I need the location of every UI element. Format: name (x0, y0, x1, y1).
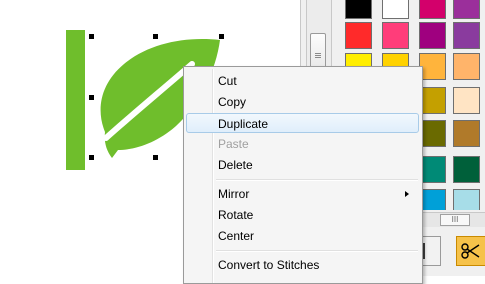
stitch-scissors-tool-button[interactable] (456, 236, 485, 266)
menu-item-label: Cut (218, 74, 237, 88)
horizontal-scrollbar-thumb[interactable]: III (440, 214, 470, 226)
menu-item-paste[interactable]: Paste (186, 134, 419, 154)
color-swatch[interactable] (419, 53, 446, 80)
color-swatch[interactable] (419, 120, 446, 147)
menu-item-label: Rotate (218, 208, 254, 222)
color-swatch[interactable] (453, 22, 480, 49)
color-swatch[interactable] (345, 22, 372, 49)
color-swatch[interactable] (453, 0, 480, 19)
scroll-grip-icon (315, 55, 321, 56)
color-swatch[interactable] (419, 156, 446, 183)
menu-item-rotate[interactable]: Rotate (186, 205, 419, 225)
menu-item-cut[interactable]: Cut (186, 71, 419, 91)
menu-item-convert-to-stitches[interactable]: Convert to Stitches (186, 255, 419, 275)
color-swatch[interactable] (382, 22, 409, 49)
selection-handle[interactable] (153, 155, 158, 160)
menu-separator (216, 179, 418, 181)
context-menu: Cut Copy Duplicate Paste Delete Mirror R… (183, 66, 423, 284)
color-swatch[interactable] (382, 0, 409, 19)
selection-handle[interactable] (89, 95, 94, 100)
submenu-arrow-icon (405, 191, 409, 197)
scroll-grip-icon (315, 53, 321, 54)
menu-item-label: Center (218, 229, 255, 243)
menu-item-label: Mirror (218, 187, 250, 201)
menu-item-label: Convert to Stitches (218, 258, 320, 272)
color-swatch[interactable] (453, 156, 480, 183)
leaf-stem (66, 30, 85, 170)
selection-handle[interactable] (219, 34, 224, 39)
color-swatch[interactable] (419, 0, 446, 19)
menu-item-duplicate[interactable]: Duplicate (186, 113, 419, 133)
color-swatch[interactable] (419, 189, 446, 210)
scroll-grip-icon (315, 57, 321, 58)
selection-handle[interactable] (153, 34, 158, 39)
menu-item-copy[interactable]: Copy (186, 92, 419, 112)
color-swatch[interactable] (345, 0, 372, 19)
menu-item-mirror[interactable]: Mirror (186, 184, 419, 204)
menu-item-label: Paste (218, 137, 249, 151)
menu-separator (216, 250, 418, 252)
menu-item-label: Copy (218, 95, 247, 109)
menu-item-center[interactable]: Center (186, 226, 419, 246)
color-swatch[interactable] (453, 120, 480, 147)
selection-handle[interactable] (89, 34, 94, 39)
menu-item-delete[interactable]: Delete (186, 155, 419, 175)
stitch-scissors-icon (461, 243, 480, 259)
selection-handle[interactable] (89, 155, 94, 160)
menu-item-label: Duplicate (218, 117, 269, 131)
color-swatch[interactable] (453, 189, 480, 210)
color-swatch[interactable] (453, 53, 480, 80)
color-swatch[interactable] (419, 87, 446, 114)
color-swatch[interactable] (453, 87, 480, 114)
menu-item-label: Delete (218, 158, 253, 172)
color-swatch[interactable] (419, 22, 446, 49)
